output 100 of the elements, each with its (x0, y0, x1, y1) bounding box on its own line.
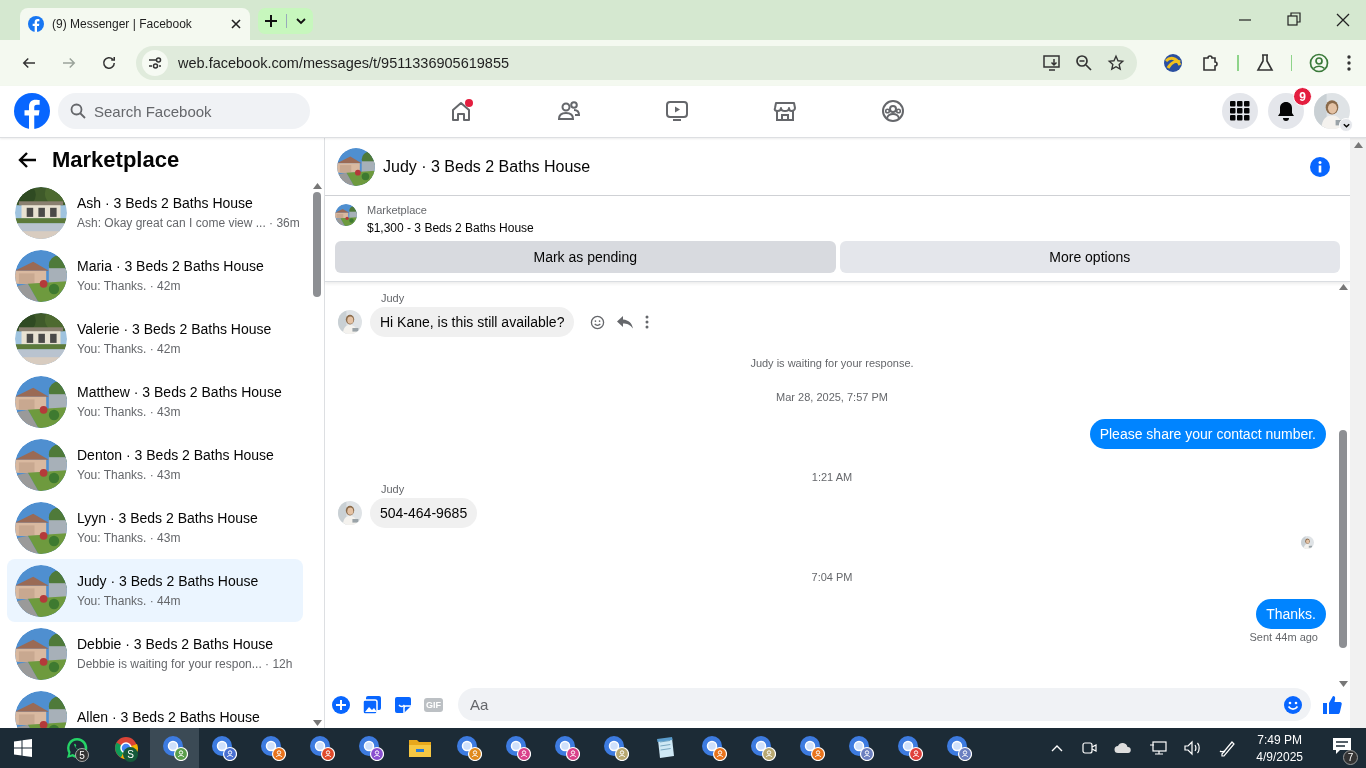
install-app-icon[interactable] (1043, 54, 1061, 72)
conversation-title: Judy · 3 Beds 2 Baths House (77, 573, 259, 589)
conversation-title: Matthew · 3 Beds 2 Baths House (77, 384, 282, 400)
reply-icon[interactable] (617, 315, 634, 329)
people-icon[interactable] (557, 99, 581, 123)
panel-title: Marketplace (52, 146, 180, 173)
conversation-item[interactable]: Denton · 3 Beds 2 Baths House You: Thanks. · 43m (7, 433, 303, 496)
listing-title: $1,300 - 3 Beds 2 Baths House (367, 221, 534, 235)
conversation-item[interactable]: Judy · 3 Beds 2 Baths House You: Thanks. · 44m (7, 559, 303, 622)
reload-icon[interactable] (100, 54, 118, 72)
sender-name: Judy (381, 483, 406, 495)
chrome-profile-icon[interactable] (945, 735, 972, 761)
chrome-profile-icon[interactable] (798, 735, 825, 761)
conversation-item[interactable]: Matthew · 3 Beds 2 Baths House You: Thanks. · 43m (7, 370, 303, 433)
video-icon[interactable] (665, 99, 689, 123)
clock-date[interactable]: 4/9/2025 (1256, 749, 1303, 764)
conversation-title: Denton · 3 Beds 2 Baths House (77, 447, 274, 463)
bell-icon (1276, 101, 1296, 121)
plus-circle-icon[interactable] (331, 694, 351, 715)
home-icon[interactable] (449, 99, 473, 123)
conversation-title: Debbie · 3 Beds 2 Baths House (77, 636, 275, 652)
info-icon[interactable] (1310, 156, 1330, 177)
chrome-profile-icon[interactable] (602, 735, 629, 761)
emoji-icon[interactable] (590, 314, 606, 330)
timestamp: 7:04 PM (811, 571, 853, 583)
scroll-down-icon[interactable] (312, 720, 322, 726)
chrome-profile-icon[interactable] (259, 735, 286, 761)
listing-label: Marketplace (367, 204, 428, 216)
star-icon[interactable] (1107, 54, 1125, 72)
extension-icon[interactable] (1163, 53, 1183, 73)
scroll-up-icon[interactable] (1353, 142, 1363, 148)
flask-icon[interactable] (1255, 54, 1274, 72)
conversation-title: Lyyn · 3 Beds 2 Baths House (77, 510, 258, 526)
chrome-profile-icon[interactable] (455, 735, 482, 761)
scrollbar[interactable] (313, 192, 321, 297)
more-icon[interactable] (645, 315, 650, 329)
network-icon[interactable] (1149, 740, 1168, 756)
plus-icon[interactable] (264, 14, 278, 28)
puzzle-icon[interactable] (1200, 53, 1220, 73)
action-button[interactable]: More options (839, 241, 1340, 273)
cloud-icon[interactable] (1114, 741, 1133, 755)
scrollbar[interactable] (1339, 430, 1347, 648)
photo-icon[interactable] (362, 694, 382, 715)
zoom-out-icon[interactable] (1075, 54, 1093, 72)
sender-name: Judy (381, 292, 406, 304)
notice-text: Judy is waiting for your response. (750, 357, 914, 369)
sticker-icon[interactable] (393, 694, 413, 715)
conversation-item[interactable]: Maria · 3 Beds 2 Baths House You: Thanks. · 42m (7, 244, 303, 307)
close-icon[interactable] (230, 18, 242, 30)
chat-title: Judy · 3 Beds 2 Baths House (383, 157, 592, 176)
conversation-preview: You: Thanks. · 43m (77, 531, 182, 545)
conversation-item[interactable]: Debbie · 3 Beds 2 Baths House Debbie is waiting for your respon... · 12h (7, 622, 303, 685)
chrome-profile-icon[interactable] (210, 735, 237, 761)
conversation-item[interactable]: Ash · 3 Beds 2 Baths House Ash: Okay great can I come view ... · 36m (7, 181, 303, 244)
notification-center-icon[interactable] (1332, 737, 1352, 755)
profile-icon[interactable] (1309, 53, 1329, 73)
search-field[interactable]: Search Facebook (58, 93, 310, 129)
conversation-preview: You: Thanks. · 42m (77, 342, 182, 356)
conversation-preview: You: Thanks. · 43m (77, 405, 182, 419)
message-bubble: Thanks. (1256, 599, 1326, 629)
site-settings-icon[interactable] (147, 55, 163, 71)
folder-icon[interactable] (407, 737, 432, 759)
search-icon (70, 103, 86, 119)
conversation-title: Ash · 3 Beds 2 Baths House (77, 195, 254, 211)
browser-tab[interactable]: (9) Messenger | Facebook (20, 8, 250, 40)
scroll-down-icon[interactable] (1338, 681, 1348, 687)
more-icon[interactable] (1346, 54, 1352, 72)
conversation-preview: You: Thanks. · 43m (77, 468, 182, 482)
menu-button[interactable] (1222, 93, 1258, 129)
shop-icon[interactable] (773, 99, 797, 123)
scroll-up-icon[interactable] (312, 183, 322, 189)
chrome-profile-icon[interactable] (357, 735, 384, 761)
chrome-profile-icon[interactable] (553, 735, 580, 761)
action-button[interactable]: Mark as pending (335, 241, 836, 273)
message-field[interactable]: Aa (458, 688, 1311, 721)
grid-icon (1230, 101, 1250, 121)
chrome-profile-icon[interactable] (847, 735, 874, 761)
scroll-up-icon[interactable] (1338, 284, 1348, 290)
camera-icon[interactable] (1081, 740, 1098, 756)
chrome-profile-icon[interactable] (749, 735, 776, 761)
notifications-button[interactable] (1268, 93, 1304, 129)
chrome-profile-icon[interactable] (896, 735, 923, 761)
volume-icon[interactable] (1184, 740, 1203, 756)
facebook-logo-icon (28, 16, 44, 32)
groups-icon[interactable] (881, 99, 905, 123)
facebook-logo-icon[interactable] (14, 93, 50, 129)
chrome-profile-icon[interactable] (161, 735, 188, 761)
thumbs-up-icon[interactable] (1322, 694, 1342, 715)
emoji-icon[interactable] (1283, 694, 1303, 715)
conversation-item[interactable]: Valerie · 3 Beds 2 Baths House You: Thanks. · 42m (7, 307, 303, 370)
conversation-item[interactable]: Lyyn · 3 Beds 2 Baths House You: Thanks. · 43m (7, 496, 303, 559)
message-bubble: 504-464-9685 (370, 498, 478, 528)
chrome-profile-icon[interactable] (308, 735, 335, 761)
windows-start-icon[interactable] (14, 739, 32, 757)
back-arrow-icon[interactable] (18, 149, 38, 170)
chrome-profile-icon[interactable] (504, 735, 531, 761)
notification-count: 7 (1343, 750, 1358, 765)
clock-time[interactable]: 7:49 PM (1257, 732, 1302, 747)
chrome-profile-icon[interactable] (700, 735, 727, 761)
chevron-down-icon[interactable] (295, 15, 307, 27)
